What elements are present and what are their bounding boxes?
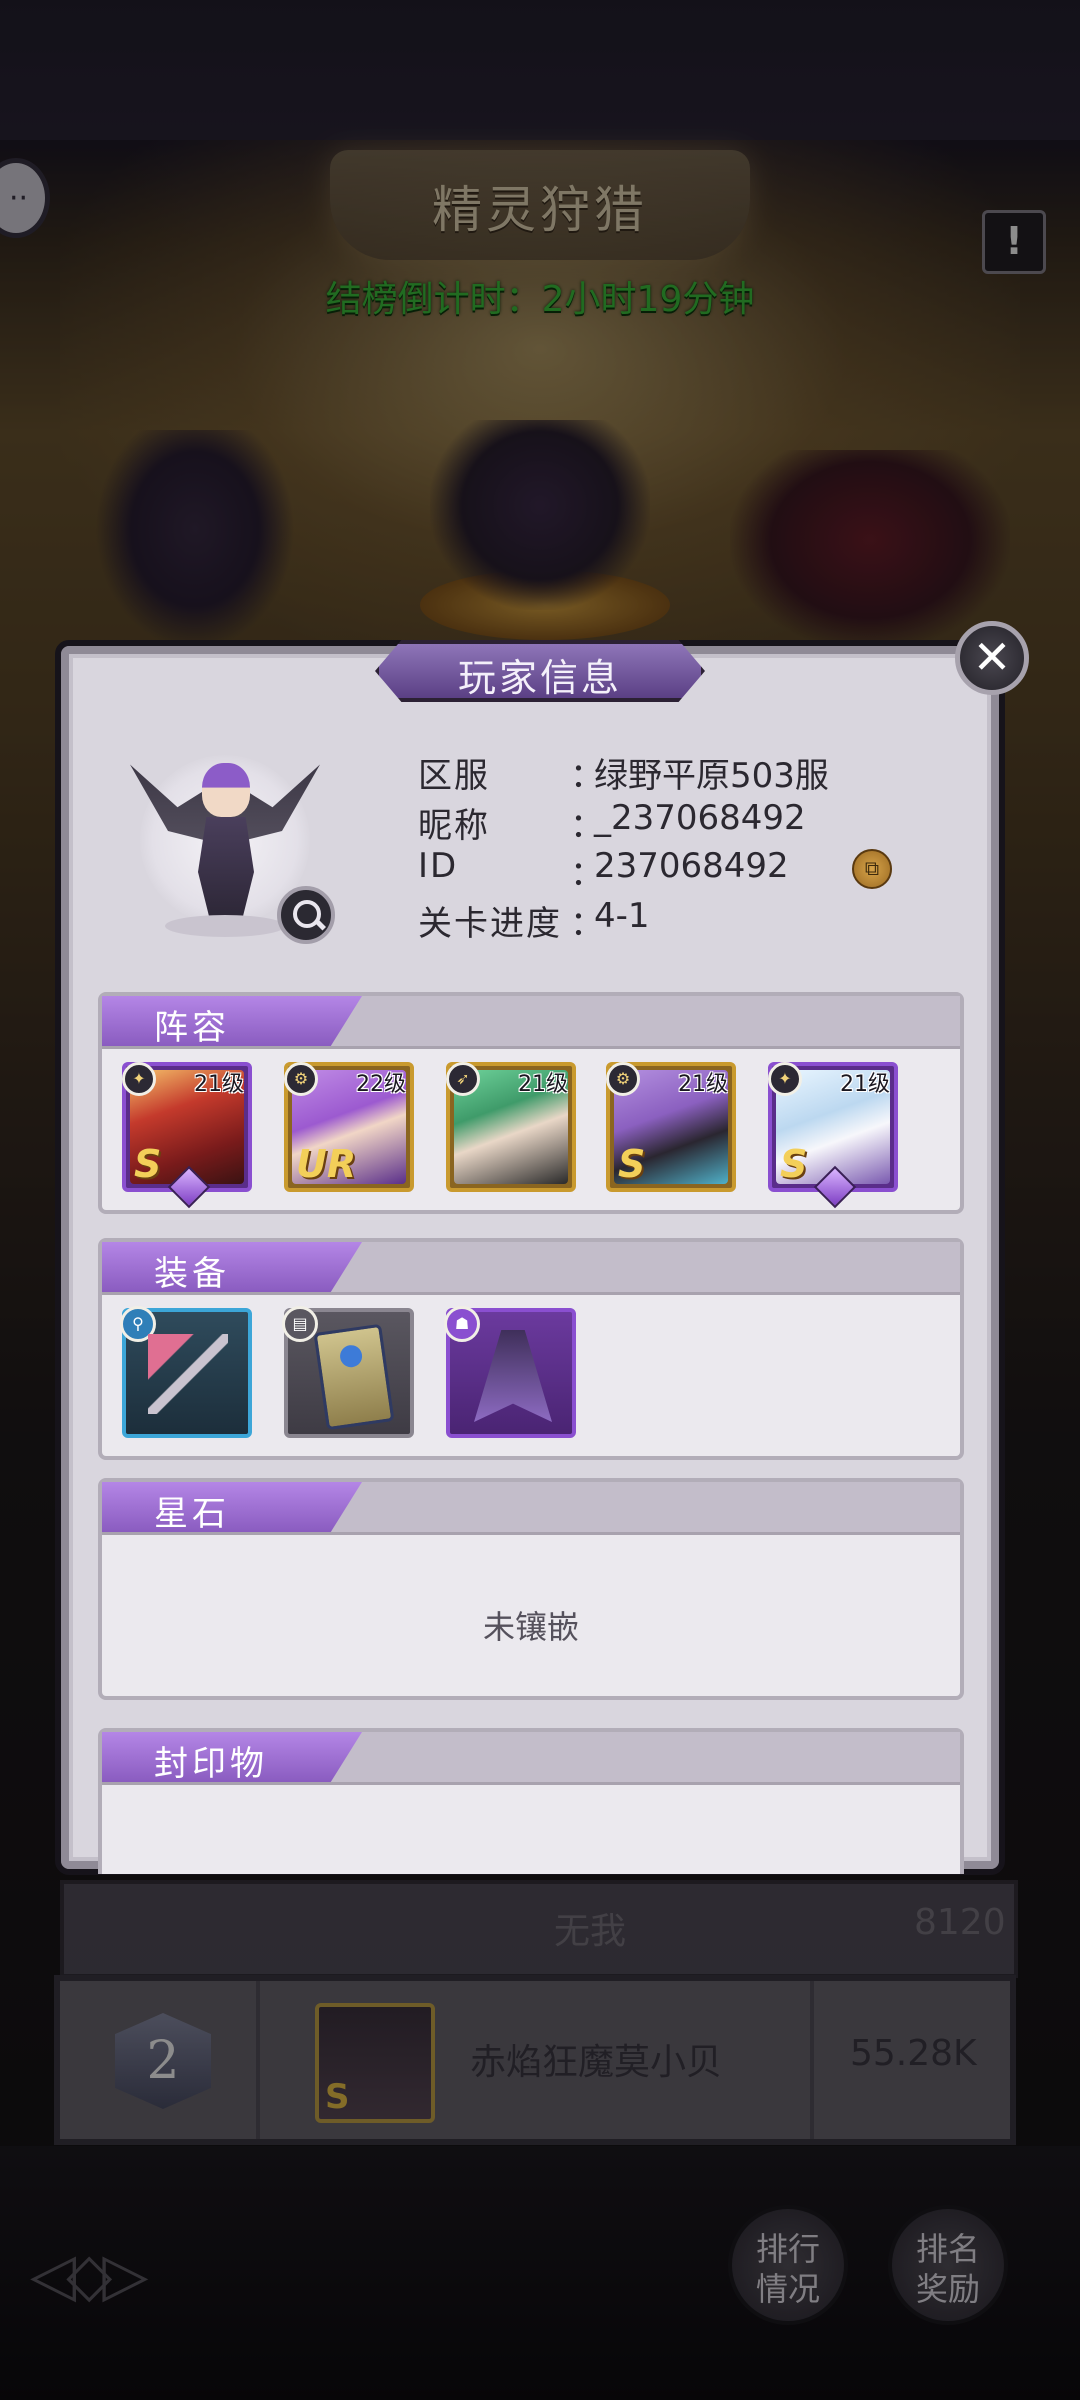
hero-level: 22级 — [356, 1072, 406, 1097]
star-stone-title: 星石 — [154, 1494, 230, 1534]
star-stone-section: 星石 未镶嵌 — [98, 1478, 964, 1700]
copy-id-button[interactable]: ⧉ — [852, 849, 892, 889]
heart-wand-icon — [148, 1334, 228, 1414]
equipment-card[interactable]: ⚲ — [120, 1306, 252, 1438]
hero-rarity: S — [780, 1142, 808, 1186]
section-tab — [102, 1482, 362, 1532]
wand-icon: ✦ — [122, 1062, 156, 1096]
wand-icon: ✦ — [768, 1062, 802, 1096]
nickname-value: _237068492 — [594, 798, 806, 838]
progress-label: 关卡进度 — [418, 904, 562, 944]
lineup-title: 阵容 — [154, 1008, 230, 1048]
lineup-hero-card[interactable]: ⚙ 21级 S — [606, 1062, 736, 1192]
seal-title: 封印物 — [154, 1744, 268, 1784]
gear-icon: ⚙ — [606, 1062, 640, 1096]
hero-rarity: S — [618, 1142, 646, 1186]
equipment-card[interactable]: ☗ — [444, 1306, 576, 1438]
hero-rarity: S — [134, 1142, 162, 1186]
progress-value: 4-1 — [594, 896, 650, 936]
lineup-hero-card[interactable]: ✦ 21级 S — [122, 1062, 252, 1209]
lineup-hero-card[interactable]: ⚙ 22级 UR — [284, 1062, 414, 1192]
cloak-icon — [474, 1330, 552, 1422]
lineup-hero-card[interactable]: ➶ 21级 — [446, 1062, 576, 1192]
card-book-icon — [313, 1323, 395, 1431]
magnifier-handle — [313, 918, 327, 931]
hero-level: 21级 — [840, 1072, 890, 1097]
close-button[interactable]: ✕ — [955, 621, 1029, 695]
hero-level: 21级 — [518, 1072, 568, 1097]
armor-slot-icon: ☗ — [444, 1306, 480, 1342]
id-label: ID — [418, 846, 459, 886]
equipment-title: 装备 — [154, 1254, 230, 1294]
book-slot-icon: ▤ — [282, 1306, 318, 1342]
star-stone-empty-text: 未镶嵌 — [482, 1608, 579, 1646]
server-label: 区服 — [418, 756, 490, 796]
hero-level: 21级 — [678, 1072, 728, 1097]
avatar-body — [198, 817, 254, 917]
magnify-button[interactable] — [277, 886, 335, 944]
lineup-hero-card[interactable]: ✦ 21级 S — [768, 1062, 898, 1209]
gear-icon: ⚙ — [284, 1062, 318, 1096]
equipment-card[interactable]: ▤ — [282, 1306, 414, 1438]
nickname-label: 昵称 — [418, 806, 490, 846]
hero-rarity: UR — [296, 1142, 357, 1186]
seal-section: 封印物 — [98, 1728, 964, 1874]
server-value: 绿野平原503服 — [594, 756, 829, 796]
id-value: 237068492 — [594, 846, 789, 886]
hero-level: 21级 — [194, 1072, 244, 1097]
avatar-base — [165, 915, 285, 937]
rifle-icon: ➶ — [446, 1062, 480, 1096]
avatar-head — [202, 763, 250, 817]
section-tab — [102, 996, 362, 1046]
dialog-title: 玩家信息 — [457, 656, 622, 700]
section-tab — [102, 1242, 362, 1292]
